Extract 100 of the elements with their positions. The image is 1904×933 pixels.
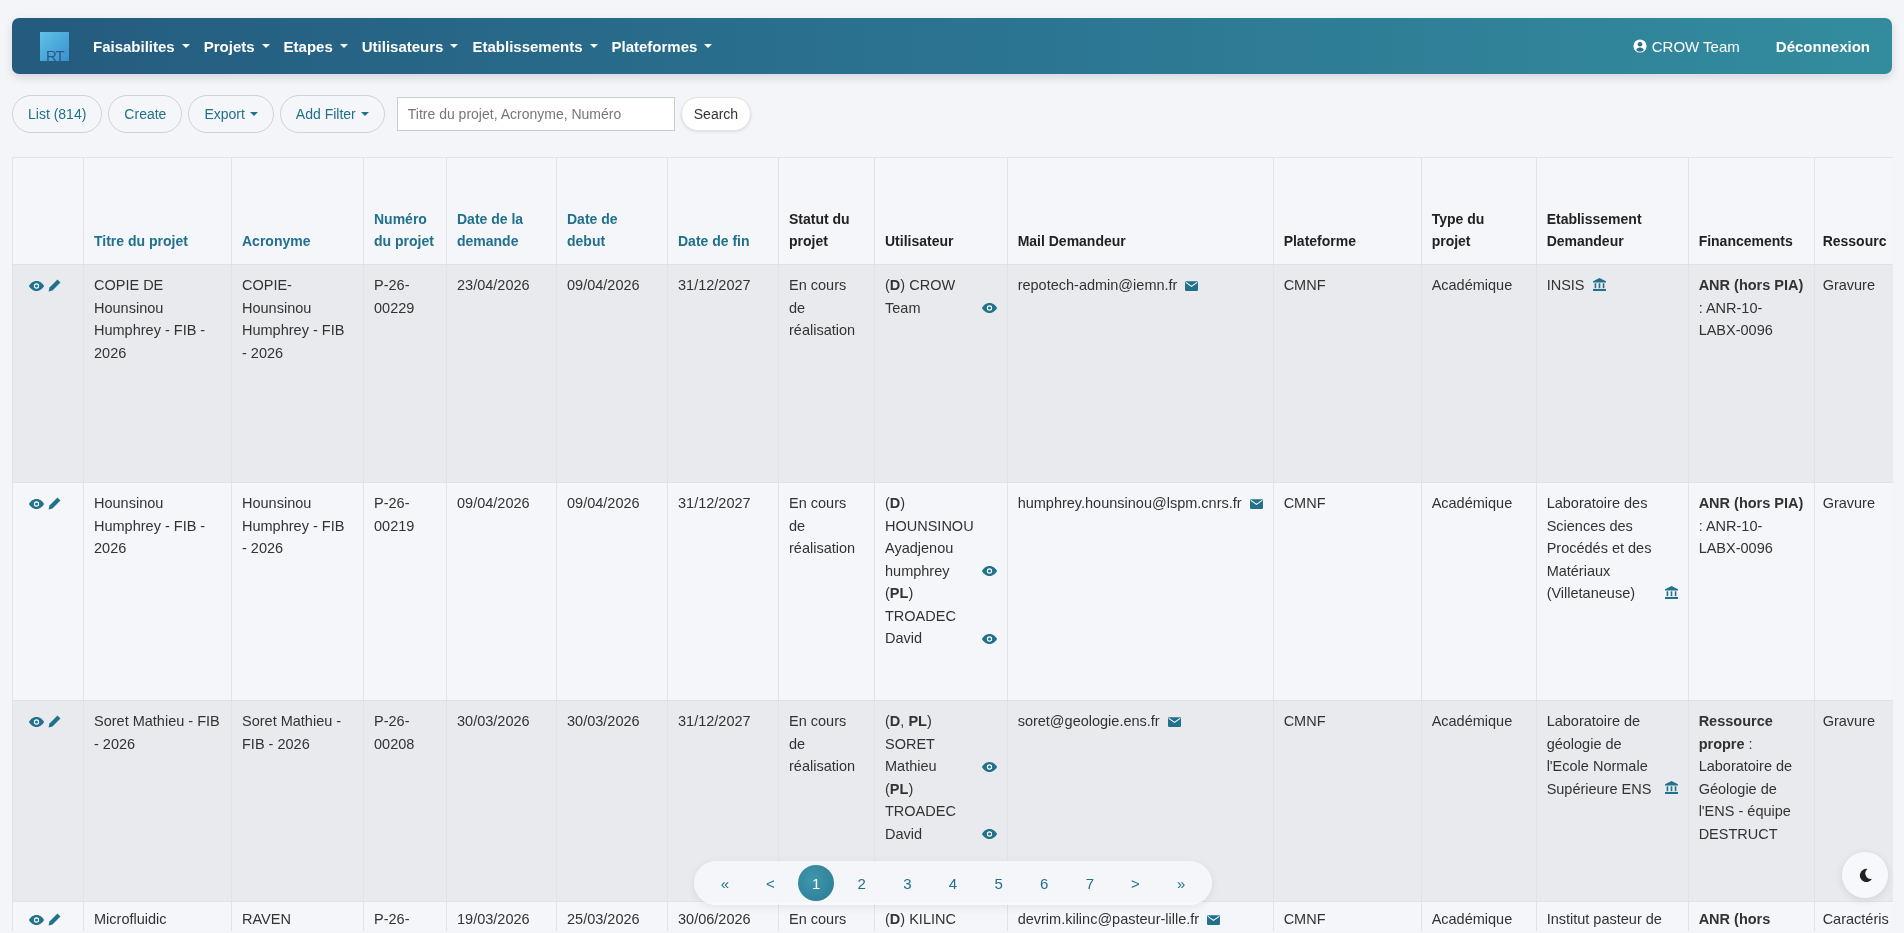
nav-menu[interactable]: Faisabilites bbox=[93, 37, 190, 55]
institution-text: Laboratoire des Sciences des Procédés et des Matériaux (Villetaneuse) bbox=[1546, 494, 1653, 603]
page-link[interactable]: 3 bbox=[889, 865, 926, 901]
table-cell: En cours de réalisation bbox=[789, 277, 856, 338]
table-cell: Gravure bbox=[1822, 495, 1875, 511]
view-icon[interactable] bbox=[29, 914, 44, 925]
column-header: Plateforme bbox=[1283, 232, 1357, 251]
table-cell: COPIE DE Hounsinou Humphrey - FIB - 2026 bbox=[94, 277, 206, 361]
column-header: Type du projet bbox=[1431, 210, 1486, 251]
moon-icon bbox=[1857, 867, 1873, 883]
nav-menu[interactable]: Etablissements bbox=[472, 37, 598, 55]
view-icon[interactable] bbox=[981, 829, 997, 839]
nav-menu[interactable]: Utilisateurs bbox=[361, 37, 459, 55]
envelope-icon[interactable] bbox=[1167, 716, 1181, 727]
view-icon[interactable] bbox=[29, 716, 44, 727]
table-cell: Académique bbox=[1431, 713, 1513, 729]
table-cell: 19/03/2026 bbox=[457, 911, 530, 927]
user-circle-icon bbox=[1632, 39, 1647, 53]
sortable-column-header[interactable]: Date de fin bbox=[678, 230, 768, 252]
page-link[interactable]: 2 bbox=[843, 865, 880, 901]
logout-link[interactable]: Déconnexion bbox=[1775, 37, 1870, 55]
table-cell: P-26-00229 bbox=[374, 277, 415, 316]
table-cell: RAVEN bbox=[242, 911, 291, 927]
table-cell: Hounsinou Humphrey - FIB - 2026 bbox=[242, 495, 345, 556]
table-cell: 31/12/2027 bbox=[678, 277, 751, 293]
email-text: devrim.kilinc@pasteur-lille.fr bbox=[1017, 910, 1200, 929]
edit-icon[interactable] bbox=[48, 715, 61, 728]
institution-text: Institut pasteur de bbox=[1546, 910, 1662, 929]
table-cell: 09/04/2026 bbox=[457, 495, 530, 511]
nav-menu[interactable]: Etapes bbox=[283, 37, 348, 55]
column-header: Mail Demandeur bbox=[1017, 232, 1127, 251]
sortable-column-header[interactable]: Titre du projet bbox=[94, 230, 221, 252]
search-field[interactable]: Titre du projet, Acronyme, Numéro bbox=[396, 97, 675, 131]
nav-menu[interactable]: Plateformes bbox=[611, 37, 713, 55]
bank-icon[interactable] bbox=[1664, 781, 1678, 794]
table-cell: 31/12/2027 bbox=[678, 495, 751, 511]
view-icon[interactable] bbox=[981, 761, 997, 772]
page-link[interactable]: 6 bbox=[1026, 865, 1063, 901]
caret-icon bbox=[261, 44, 270, 48]
view-icon[interactable] bbox=[981, 566, 997, 576]
envelope-icon[interactable] bbox=[1249, 498, 1263, 509]
table-cell: Hounsinou Humphrey - FIB - 2026 bbox=[94, 495, 206, 556]
nav-menu[interactable]: Projets bbox=[203, 37, 270, 55]
institution-text: INSIS bbox=[1546, 276, 1585, 295]
table-cell: 09/04/2026 bbox=[567, 277, 640, 293]
envelope-icon[interactable] bbox=[1207, 914, 1221, 925]
table-cell: CMNF bbox=[1283, 713, 1326, 729]
user-name: (PL) TROADEC David bbox=[885, 584, 957, 648]
funding-text: ANR (hors PIA) : ANR-10-LABX-0096 bbox=[1698, 495, 1804, 556]
user-name: (PL) TROADEC David bbox=[885, 779, 957, 844]
column-header: Etablissement Demandeur bbox=[1546, 210, 1643, 251]
page-link[interactable]: < bbox=[752, 865, 789, 901]
edit-icon[interactable] bbox=[48, 497, 61, 510]
table-cell: En cours bbox=[789, 911, 847, 927]
envelope-icon[interactable] bbox=[1185, 280, 1199, 291]
view-icon[interactable] bbox=[981, 303, 997, 313]
table-cell: Académique bbox=[1431, 911, 1513, 927]
search-button[interactable]: Search bbox=[680, 97, 752, 131]
table-cell: CMNF bbox=[1283, 277, 1326, 293]
toolbar-button[interactable]: Add Filter bbox=[279, 95, 385, 133]
sortable-column-header[interactable]: Date de debut bbox=[567, 208, 657, 252]
funding-text: ANR (hors bbox=[1698, 911, 1771, 927]
user-name: (D) KILINC bbox=[885, 910, 956, 929]
funding-text: ANR (hors PIA) : ANR-10-LABX-0096 bbox=[1698, 277, 1804, 338]
institution-text: Laboratoire de géologie de l'Ecole Normale Supérieure ENS bbox=[1546, 712, 1653, 799]
table-cell: 25/03/2026 bbox=[567, 911, 640, 927]
view-icon[interactable] bbox=[29, 280, 44, 291]
page-link[interactable]: 7 bbox=[1071, 865, 1108, 901]
page-link[interactable]: 4 bbox=[934, 865, 971, 901]
table-cell: Soret Mathieu - FIB - 2026 bbox=[94, 713, 220, 752]
bank-icon[interactable] bbox=[1664, 585, 1678, 599]
caret-icon bbox=[589, 44, 598, 48]
table-cell: Caractéris bbox=[1822, 911, 1889, 927]
page-link[interactable]: « bbox=[706, 865, 743, 901]
table-cell: En cours de réalisation bbox=[789, 713, 856, 774]
page-link[interactable]: 1 bbox=[798, 865, 835, 901]
view-icon[interactable] bbox=[29, 498, 44, 509]
table-cell: 09/04/2026 bbox=[567, 495, 640, 511]
table-cell: Académique bbox=[1431, 277, 1513, 293]
bank-icon[interactable] bbox=[1592, 277, 1606, 291]
toolbar-button[interactable]: List (814) bbox=[12, 95, 103, 133]
view-icon[interactable] bbox=[981, 633, 997, 644]
user-name: (D) HOUNSINOU Ayadjenou humphrey bbox=[885, 494, 974, 581]
page-link[interactable]: > bbox=[1117, 865, 1154, 901]
edit-icon[interactable] bbox=[48, 913, 61, 926]
sortable-column-header[interactable]: Date de la demande bbox=[457, 208, 546, 252]
caret-icon bbox=[181, 44, 190, 48]
page-link[interactable]: 5 bbox=[980, 865, 1017, 901]
page-link[interactable]: » bbox=[1163, 865, 1200, 901]
toolbar-button[interactable]: Export bbox=[188, 95, 274, 133]
edit-icon[interactable] bbox=[48, 279, 61, 292]
table-cell: CMNF bbox=[1283, 495, 1326, 511]
sortable-column-header[interactable]: Acronyme bbox=[242, 230, 353, 252]
toolbar-button[interactable]: Create bbox=[108, 95, 183, 133]
column-header: Statut du projet bbox=[789, 210, 851, 251]
sortable-column-header[interactable]: Numéro du projet bbox=[374, 208, 436, 252]
table-cell: Microfluidic bbox=[94, 911, 167, 927]
table-cell: COPIE-Hounsinou Humphrey - FIB - 2026 bbox=[242, 277, 345, 361]
user-name: (D, PL) SORET Mathieu bbox=[885, 712, 938, 776]
user-link[interactable]: CROW Team bbox=[1632, 37, 1740, 55]
